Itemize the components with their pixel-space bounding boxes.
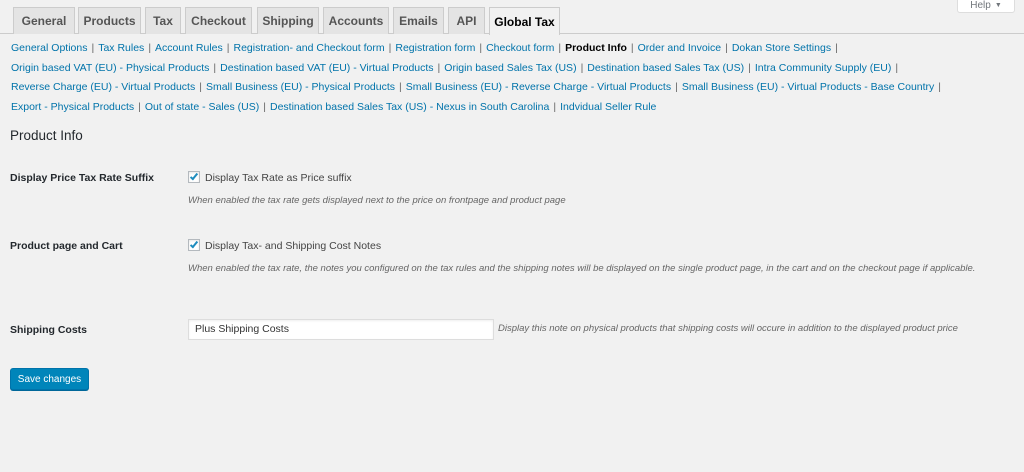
- link-product-info-current[interactable]: Product Info: [565, 42, 627, 54]
- checkmark-icon: [189, 239, 199, 249]
- tab-tax[interactable]: Tax: [145, 7, 181, 34]
- link-checkout-form[interactable]: Checkout form: [486, 42, 554, 54]
- link-origin-sales-tax-us[interactable]: Origin based Sales Tax (US): [444, 62, 576, 74]
- price-suffix-label: Display Price Tax Rate Suffix: [10, 172, 154, 184]
- section-links-row: Reverse Charge (EU) - Virtual Products | S…: [11, 81, 942, 93]
- link-small-business-physical[interactable]: Small Business (EU) - Physical Products: [206, 81, 395, 93]
- price-suffix-checkbox-label[interactable]: Display Tax Rate as Price suffix: [205, 172, 352, 184]
- link-individual-seller-rule[interactable]: Indvidual Seller Rule: [560, 101, 656, 113]
- tab-accounts[interactable]: Accounts: [323, 7, 389, 34]
- tab-general[interactable]: General: [13, 7, 75, 34]
- link-tax-rules[interactable]: Tax Rules: [98, 42, 144, 54]
- cart-notes-checkbox[interactable]: [188, 239, 200, 251]
- link-origin-vat-physical[interactable]: Origin based VAT (EU) - Physical Product…: [11, 62, 209, 74]
- cart-notes-checkbox-label[interactable]: Display Tax- and Shipping Cost Notes: [205, 240, 381, 252]
- tab-shipping[interactable]: Shipping: [257, 7, 319, 34]
- link-small-business-reverse-charge-virtual[interactable]: Small Business (EU) - Reverse Charge - V…: [406, 81, 671, 93]
- tab-global-tax[interactable]: Global Tax: [489, 7, 560, 35]
- link-small-business-virtual-base-country[interactable]: Small Business (EU) - Virtual Products -…: [682, 81, 934, 93]
- link-intra-community-supply[interactable]: Intra Community Supply (EU): [755, 62, 892, 74]
- link-registration-form[interactable]: Registration form: [395, 42, 475, 54]
- link-dokan-store-settings[interactable]: Dokan Store Settings: [732, 42, 831, 54]
- tab-emails[interactable]: Emails: [393, 7, 444, 34]
- link-destination-sales-tax-us[interactable]: Destination based Sales Tax (US): [587, 62, 744, 74]
- price-suffix-description: When enabled the tax rate gets displayed…: [188, 195, 566, 206]
- link-export-physical[interactable]: Export - Physical Products: [11, 101, 134, 113]
- tab-checkout[interactable]: Checkout: [185, 7, 252, 34]
- shipping-costs-input[interactable]: Plus Shipping Costs: [188, 319, 494, 340]
- checkmark-icon: [189, 171, 199, 181]
- cart-notes-description: When enabled the tax rate, the notes you…: [188, 263, 976, 274]
- link-account-rules[interactable]: Account Rules: [155, 42, 223, 54]
- section-links-row: Export - Physical Products | Out of state …: [11, 100, 657, 113]
- link-reverse-charge-virtual[interactable]: Reverse Charge (EU) - Virtual Products: [11, 81, 195, 93]
- link-general-options[interactable]: General Options: [11, 42, 87, 54]
- tab-products[interactable]: Products: [78, 7, 141, 34]
- tab-api[interactable]: API: [448, 7, 485, 34]
- link-order-invoice[interactable]: Order and Invoice: [638, 42, 721, 54]
- settings-tab-bar: General Products Tax Checkout Shipping A…: [0, 0, 1024, 35]
- save-changes-button[interactable]: Save changes: [10, 368, 89, 390]
- link-registration-checkout-form[interactable]: Registration- and Checkout form: [233, 42, 384, 54]
- price-suffix-checkbox[interactable]: [188, 171, 200, 183]
- section-links-row: Origin based VAT (EU) - Physical Product…: [11, 61, 899, 74]
- page-title: Product Info: [10, 128, 83, 143]
- shipping-costs-label: Shipping Costs: [10, 324, 87, 336]
- link-out-of-state-sales[interactable]: Out of state - Sales (US): [145, 101, 259, 113]
- section-links-row: General Options | Tax Rules | Account Rules |…: [11, 42, 838, 54]
- link-destination-vat-virtual[interactable]: Destination based VAT (EU) - Virtual Pro…: [220, 62, 433, 74]
- cart-notes-label: Product page and Cart: [10, 240, 123, 252]
- shipping-costs-description: Display this note on physical products t…: [498, 323, 958, 334]
- link-destination-nexus-south-carolina[interactable]: Destination based Sales Tax (US) - Nexus…: [270, 101, 549, 113]
- section-links: General Options | Tax Rules | Account Rules |…: [11, 39, 1016, 117]
